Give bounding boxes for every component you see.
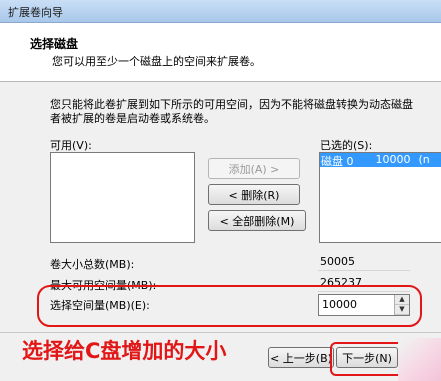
total-size-value: 50005: [318, 254, 410, 271]
description-line-1: 您只能将此卷扩展到如下所示的可用空间，因为不能将磁盘转换为动态磁盘: [50, 98, 413, 111]
disk-extra: (n: [418, 153, 430, 166]
footer-divider: [0, 332, 441, 333]
selected-label: 已选的(S):: [320, 139, 373, 152]
available-label: 可用(V):: [50, 139, 92, 152]
page-subtitle: 您可以用至少一个磁盘上的空间来扩展卷。: [52, 55, 261, 68]
wizard-header: 选择磁盘 您可以用至少一个磁盘上的空间来扩展卷。: [0, 23, 441, 82]
description-line-2: 者被扩展的卷是启动卷或系统卷。: [50, 112, 215, 125]
highlight-box: [37, 285, 422, 327]
corner-decoration: [398, 338, 441, 381]
next-highlight-box: [330, 342, 407, 376]
disk-size: 10000: [375, 153, 411, 166]
window-title: 扩展卷向导: [8, 6, 63, 19]
back-button[interactable]: < 上一步(B): [268, 347, 334, 368]
title-bar: 扩展卷向导: [0, 0, 441, 23]
remove-button[interactable]: < 删除(R): [208, 184, 300, 205]
annotation-text: 选择给C盘增加的大小: [22, 339, 227, 363]
disk-name: 磁盘 0: [321, 155, 354, 167]
page-title: 选择磁盘: [30, 37, 79, 51]
remove-all-button[interactable]: < 全部删除(M): [208, 210, 306, 231]
add-button[interactable]: 添加(A) >: [208, 158, 300, 179]
description-text: 您只能将此卷扩展到如下所示的可用空间，因为不能将磁盘转换为动态磁盘 者被扩展的卷…: [50, 98, 441, 126]
total-size-label: 卷大小总数(MB):: [50, 258, 135, 271]
selected-disk-row[interactable]: 磁盘 0 10000 (n: [320, 153, 441, 167]
available-listbox[interactable]: [50, 152, 195, 243]
